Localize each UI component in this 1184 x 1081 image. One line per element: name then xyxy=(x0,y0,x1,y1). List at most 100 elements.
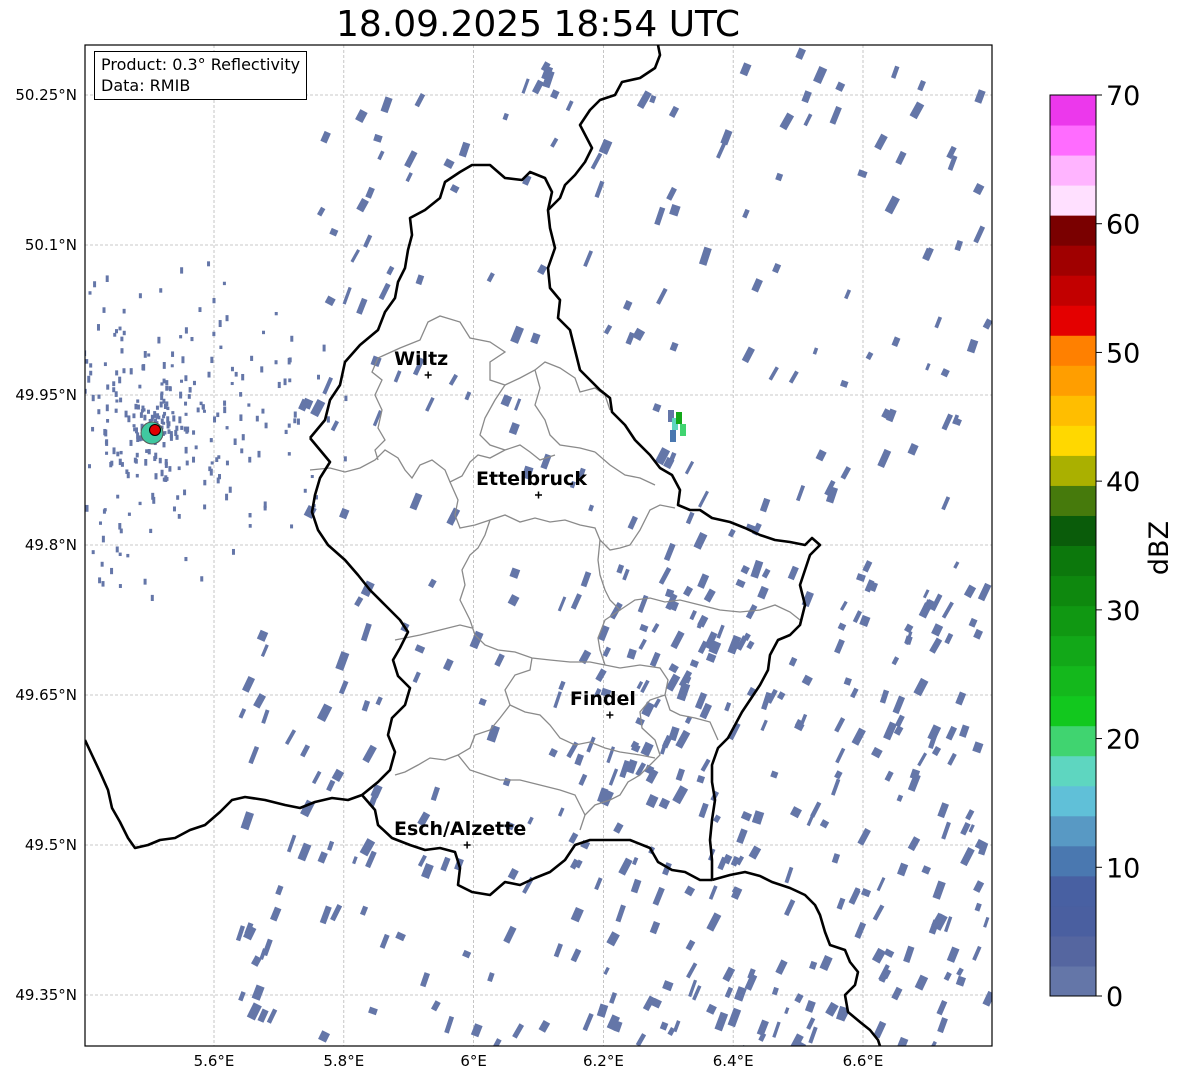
product-label: Product: 0.3° Reflectivity xyxy=(101,55,301,74)
echo-pixel xyxy=(239,392,243,397)
echo-pixel xyxy=(14,352,17,356)
echo-pixel xyxy=(85,359,89,364)
echo-pixel xyxy=(172,415,176,422)
echo-pixel xyxy=(89,363,93,368)
echo-pixel xyxy=(127,415,131,423)
echo-pixel xyxy=(129,368,133,375)
echo-pixel xyxy=(175,434,179,440)
echo-pixel xyxy=(118,584,122,588)
colorbar-swatch xyxy=(1050,395,1096,426)
echo-pixel xyxy=(116,451,120,457)
echo-pixel xyxy=(248,524,252,528)
colorbar-swatch xyxy=(1050,545,1096,577)
echo-pixel xyxy=(132,424,136,428)
echo-pixel xyxy=(257,450,261,458)
lat-tick-label: 49.5°N xyxy=(25,836,77,854)
echo-pixel xyxy=(4,493,7,496)
echo-pixel xyxy=(216,477,220,484)
lat-tick-label: 50.25°N xyxy=(15,86,77,104)
echo-pixel xyxy=(277,381,281,389)
lat-tick-label: 49.35°N xyxy=(15,986,77,1004)
echo-pixel xyxy=(169,434,173,441)
colorbar-tick-label: 60 xyxy=(1106,210,1140,241)
echo-pixel xyxy=(80,490,83,494)
echo-pixel xyxy=(51,426,54,431)
echo-pixel xyxy=(168,386,172,390)
echo-pixel xyxy=(0,410,2,415)
echo-pixel xyxy=(147,449,151,455)
echo-pixel xyxy=(142,364,146,371)
echo-pixel xyxy=(228,486,232,493)
echo-pixel xyxy=(241,434,245,441)
echo-pixel xyxy=(115,399,119,403)
colorbar-swatch xyxy=(1050,335,1096,366)
echo-pixel xyxy=(166,416,170,424)
echo-pixel xyxy=(125,469,129,474)
echo-pixel xyxy=(274,360,278,365)
echo-pixel xyxy=(11,494,14,500)
colorbar-swatch xyxy=(1050,695,1096,727)
echo-pixel xyxy=(115,370,119,376)
echo-pixel xyxy=(188,387,192,393)
colorbar-swatch xyxy=(1050,125,1096,156)
echo-pixel xyxy=(113,332,117,337)
echo-pixel xyxy=(183,489,187,496)
lon-tick-label: 6.4°E xyxy=(713,1052,754,1070)
echo-pixel xyxy=(143,414,147,421)
colorbar-swatch xyxy=(1050,485,1096,516)
echo-pixel xyxy=(158,457,162,464)
echo-pixel xyxy=(133,427,137,432)
echo-pixel xyxy=(87,375,91,383)
echo-pixel xyxy=(46,329,49,333)
echo-pixel xyxy=(166,422,170,429)
echo-pixel xyxy=(155,405,159,410)
echo-pixel xyxy=(159,401,163,408)
echo-pixel xyxy=(88,464,92,469)
echo-pixel xyxy=(172,506,176,512)
echo-pixel xyxy=(283,378,287,386)
echo-pixel xyxy=(219,345,223,350)
echo-pixel xyxy=(79,557,82,562)
echo-pixel xyxy=(293,418,297,424)
echo-pixel xyxy=(202,409,206,413)
echo-pixel xyxy=(118,458,122,466)
echo-pixel xyxy=(248,512,252,518)
echo-pixel xyxy=(105,451,109,455)
colorbar-swatch xyxy=(1050,635,1096,667)
echo-pixel xyxy=(24,441,27,447)
echo-pixel xyxy=(138,293,142,299)
echo-pixel xyxy=(185,460,189,466)
echo-pixel xyxy=(216,412,220,418)
echo-pixel xyxy=(103,362,107,367)
echo-pixel xyxy=(157,415,161,420)
echo-pixel xyxy=(184,327,188,334)
colorbar-swatch xyxy=(1050,725,1096,757)
echo-pixel xyxy=(190,336,194,342)
echo-pixel xyxy=(98,577,102,584)
echo-pixel xyxy=(138,501,142,506)
echo-pixel xyxy=(171,351,175,357)
echo-pixel xyxy=(192,430,196,435)
echo-pixel xyxy=(149,528,153,534)
echo-pixel xyxy=(105,439,109,446)
lon-tick-label: 6.2°E xyxy=(583,1052,624,1070)
echo-pixel xyxy=(184,446,188,454)
echo-pixel xyxy=(67,300,70,304)
echo-pixel xyxy=(250,355,254,361)
colorbar-swatch xyxy=(1050,785,1096,817)
echo-pixel xyxy=(66,473,69,479)
echo-pixel xyxy=(222,281,226,286)
echo-pixel xyxy=(209,438,213,443)
lat-tick-label: 49.95°N xyxy=(15,386,77,404)
echo-pixel xyxy=(240,448,244,454)
echo-pixel xyxy=(91,426,95,432)
echo-pixel xyxy=(343,456,347,462)
echo-pixel xyxy=(124,410,128,418)
echo-cell xyxy=(670,430,676,442)
echo-pixel xyxy=(326,416,330,423)
echo-pixel xyxy=(101,581,105,587)
echo-pixel xyxy=(147,353,151,357)
echo-pixel xyxy=(262,330,266,335)
echo-pixel xyxy=(110,460,114,466)
echo-pixel xyxy=(119,450,123,455)
